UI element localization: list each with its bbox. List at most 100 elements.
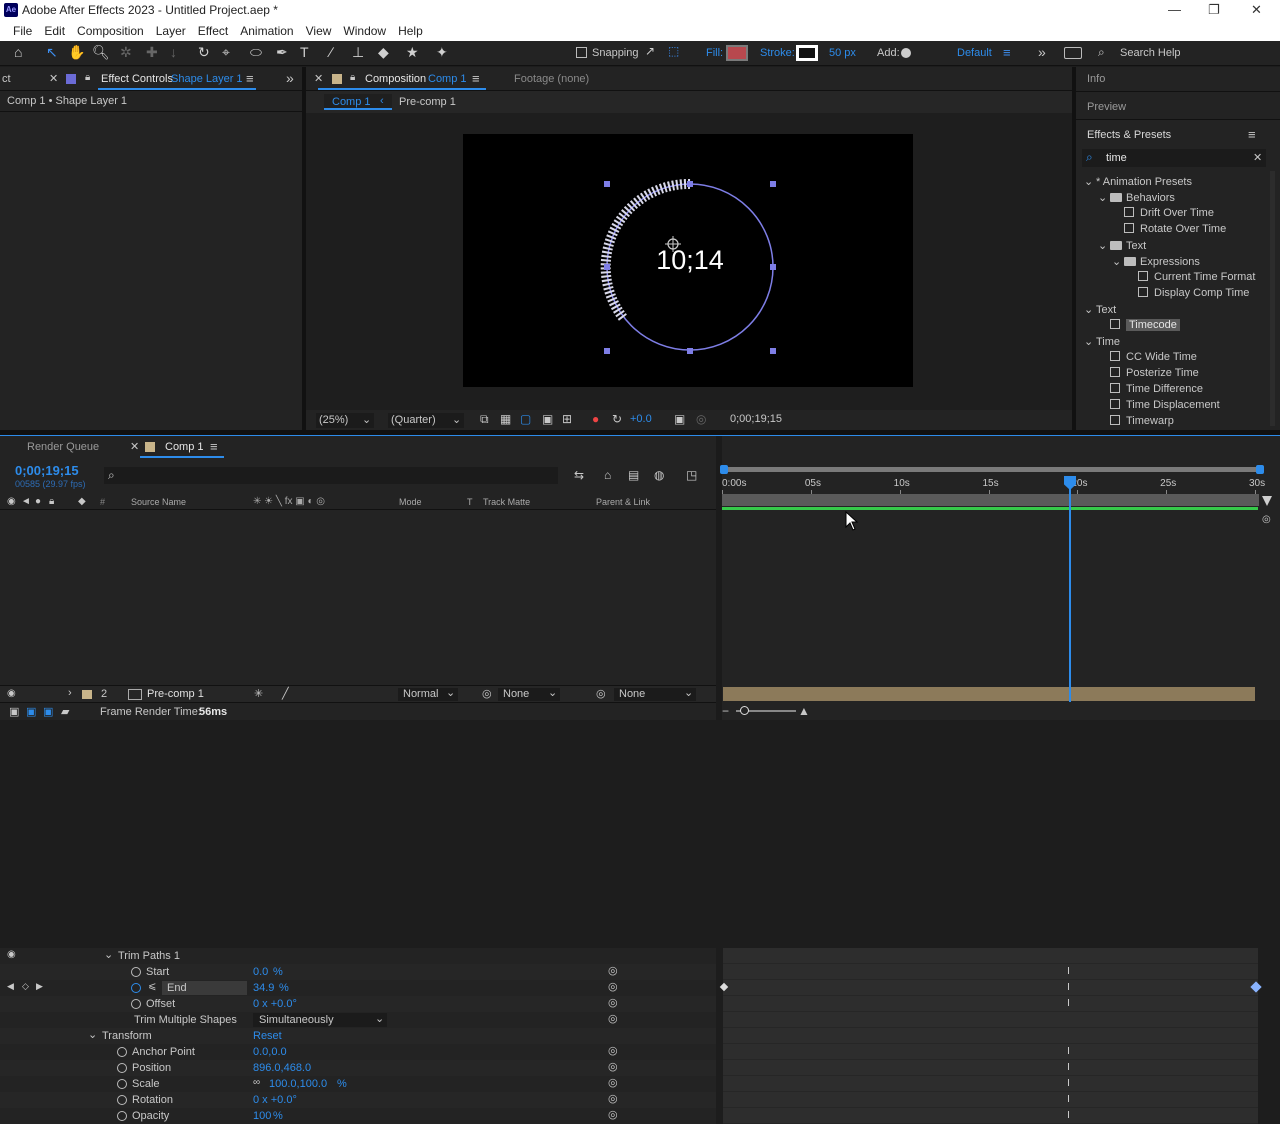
mode-dropdown[interactable]: Normal ⌄ [398,687,458,701]
work-area-end-icon[interactable] [1262,496,1272,506]
property-row[interactable]: ◉ ⌄ Trim Paths 1 [0,948,716,964]
timeline-track[interactable] [723,1012,1258,1028]
zoom-slider-thumb[interactable] [740,706,749,715]
timeline-track[interactable] [723,1028,1258,1044]
effects-tree-item[interactable]: Drift Over Time [1080,205,1270,221]
eye-icon[interactable]: ◉ [7,688,16,699]
effects-tree-item[interactable]: CC Wide Time [1080,349,1270,365]
graph-editor-icon[interactable]: ◳ [686,468,697,482]
label-column-icon[interactable]: ◆ [78,496,86,507]
stopwatch-icon[interactable] [131,983,141,993]
work-area-bar[interactable] [722,494,1259,506]
clear-search-icon[interactable]: ✕ [1253,151,1262,164]
search-help-icon[interactable]: ⌕ [1098,45,1105,60]
puppet-tool-icon[interactable]: ✦ [436,44,448,61]
chevron-down-icon[interactable]: ⌄ [1112,255,1124,268]
track-matte-dropdown[interactable]: None ⌄ [498,687,560,701]
close-icon[interactable]: ✕ [1251,2,1262,18]
navigator-start-handle[interactable] [720,465,728,474]
playhead-line[interactable] [1069,476,1071,702]
property-row[interactable]: Scale ∞ 100.0,100.0% ◎ [0,1076,716,1092]
eye-icon[interactable]: ◉ [7,949,16,960]
effects-tree-item[interactable]: Posterize Time [1080,365,1270,381]
add-keyframe-icon[interactable]: ◇ [22,981,29,992]
panel-menu-icon[interactable]: ≡ [246,71,254,86]
property-value[interactable]: 0.0 [253,966,268,978]
project-tab-fragment[interactable]: ct [2,73,11,85]
effects-tree-item[interactable]: Display Comp Time [1080,285,1270,301]
property-value[interactable]: 100 [253,1110,271,1122]
audio-toggle-icon[interactable]: ◄ [21,496,31,507]
effects-tree-item[interactable]: ⌄ Behaviors [1080,189,1270,205]
effects-scrollbar[interactable] [1270,171,1275,426]
transparency-grid-icon[interactable]: ▦ [500,412,511,426]
chevron-down-icon[interactable]: ⌄ [1084,335,1096,348]
eraser-tool-icon[interactable]: ◆ [378,44,389,61]
in-out-icon[interactable]: ▣ [43,705,53,718]
close-timeline-tab-icon[interactable]: ✕ [130,440,139,453]
property-value[interactable]: Reset [253,1030,282,1042]
keyframe-start[interactable] [719,982,729,992]
effects-tree-item[interactable]: Time Displacement [1080,397,1270,413]
viewer-area[interactable]: 10;14 [306,113,1072,410]
lock-column-icon[interactable]: 🔒︎ [49,496,54,507]
stopwatch-icon[interactable] [117,1095,127,1105]
effects-presets-title[interactable]: Effects & Presets [1087,129,1171,141]
snapping-checkbox[interactable] [576,47,587,58]
zoom-in-icon[interactable]: ▲ [798,704,810,718]
menu-window[interactable]: Window [337,21,392,41]
property-row[interactable]: ⌄ Transform Reset [0,1028,716,1044]
property-value[interactable]: 896.0,468.0 [253,1062,311,1074]
render-time-icon[interactable]: ▰ [61,705,69,718]
expression-pickwhip-icon[interactable]: ◎ [608,1108,618,1121]
expression-pickwhip-icon[interactable]: ◎ [608,1060,618,1073]
layer-label-color[interactable] [82,690,92,699]
comp-timeline-tab[interactable]: Comp 1 [165,441,204,453]
workspace-menu-icon[interactable]: ≡ [1003,45,1011,60]
stroke-label[interactable]: Stroke: [760,47,795,59]
expression-pickwhip-icon[interactable]: ◎ [608,964,618,977]
graph-icon[interactable]: ⩽ [148,981,156,992]
quality-switch-icon[interactable]: ╱ [282,687,289,700]
effects-search-input[interactable]: time [1106,152,1127,164]
property-row[interactable]: Start 0.0% ◎ [0,964,716,980]
property-value[interactable]: 34.9 [253,982,274,994]
work-area-green-bar[interactable] [722,507,1258,510]
clone-stamp-tool-icon[interactable]: ⊥ [352,44,364,61]
menu-view[interactable]: View [300,21,338,41]
stopwatch-icon[interactable] [131,999,141,1009]
chevron-down-icon[interactable]: ⌄ [1084,175,1096,188]
transfer-controls-icon[interactable]: ▣ [26,705,36,718]
rotate-tool-icon[interactable]: ↻ [198,44,210,61]
roto-brush-tool-icon[interactable]: ★ [406,44,419,61]
property-value[interactable]: 0 x +0.0° [253,998,297,1010]
solo-icon[interactable]: ● [35,496,41,507]
draft-3d-icon[interactable]: ⌂ [604,468,611,482]
comp-mini-flowchart-icon[interactable]: ⇆ [574,468,584,482]
timeline-track[interactable]: Ⅰ [723,1076,1258,1092]
layer-name[interactable]: Pre-comp 1 [147,688,204,700]
menu-help[interactable]: Help [392,21,429,41]
mask-visibility-icon[interactable]: ▢ [520,412,531,426]
effects-tree-item[interactable]: Timecode [1080,317,1270,333]
video-toggle-icon[interactable]: ◉ [7,496,16,507]
parent-pickwhip-icon[interactable]: ◎ [596,687,606,700]
effects-tree-item[interactable]: ⌄ Text [1080,237,1270,253]
parent-dropdown[interactable]: None ⌄ [614,687,696,701]
effect-controls-tab[interactable]: Effect Controls [101,73,173,85]
effect-controls-layer-name[interactable]: Shape Layer 1 [171,73,243,85]
stroke-width-value[interactable]: 50 px [829,47,856,59]
composition-tab[interactable]: Composition [365,73,426,85]
menu-animation[interactable]: Animation [234,21,299,41]
property-row[interactable]: Opacity 100% ◎ [0,1108,716,1124]
search-help-field[interactable]: Search Help [1120,47,1181,59]
effects-tree-item[interactable]: ⌄ Text [1080,301,1270,317]
exposure-value[interactable]: +0.0 [630,413,652,425]
menu-composition[interactable]: Composition [71,21,150,41]
track-matte-header[interactable]: Track Matte [483,497,530,507]
zoom-tool-icon[interactable]: 🔍︎ [92,44,110,61]
property-value[interactable]: 100.0,100.0 [269,1078,327,1090]
expand-workspaces-icon[interactable]: » [1038,44,1046,60]
effects-tree-item[interactable]: Current Time Format [1080,269,1270,285]
twirl-open-icon[interactable]: ⌄ [88,1028,97,1041]
